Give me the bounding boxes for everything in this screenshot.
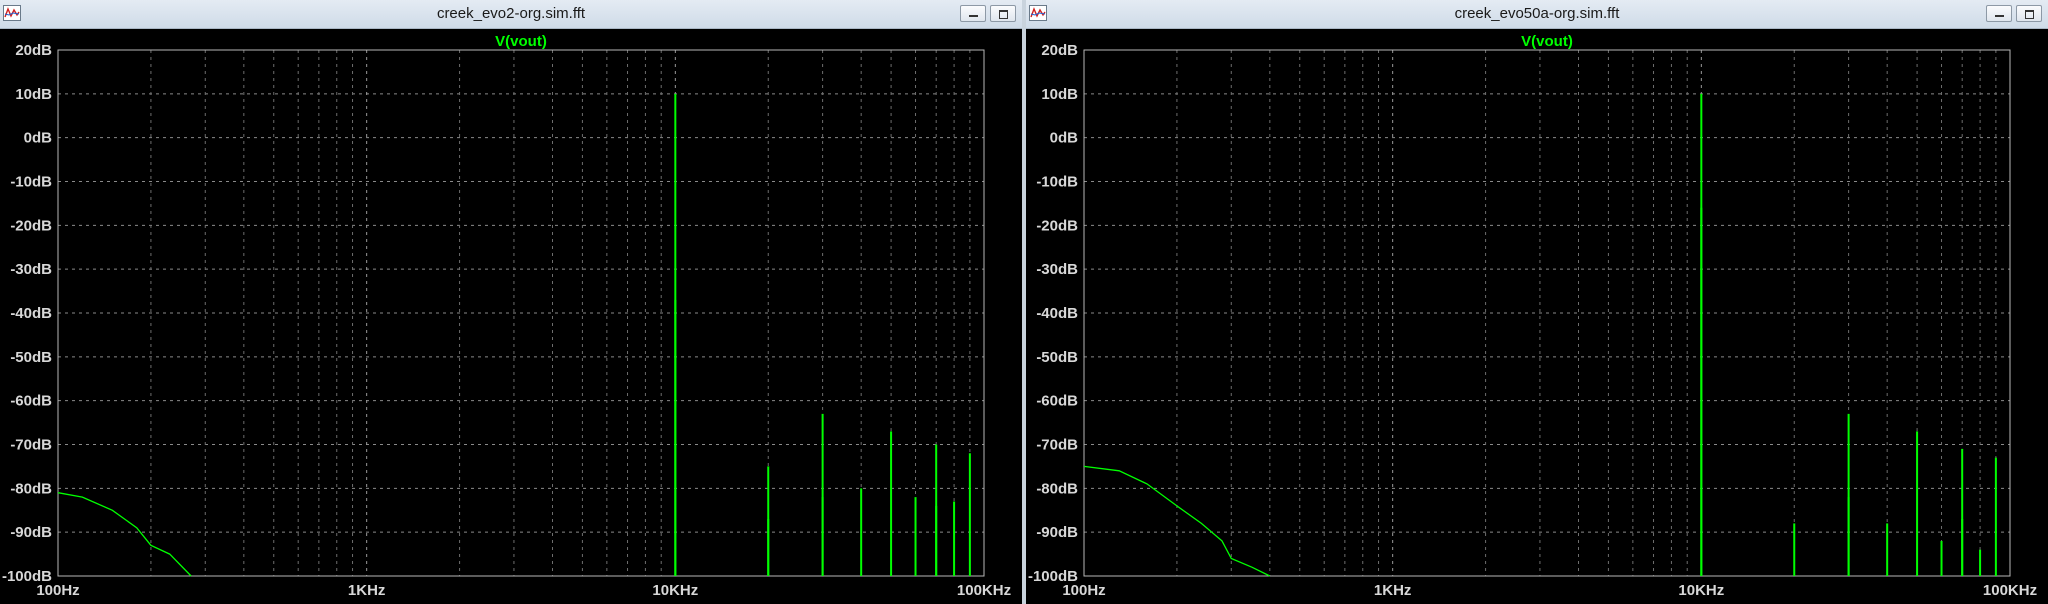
y-tick-label: 20dB <box>15 42 52 59</box>
y-tick-label: -90dB <box>1036 524 1078 541</box>
y-tick-label: -20dB <box>10 217 52 234</box>
trace-label: V(vout) <box>495 33 547 50</box>
y-tick-label: -30dB <box>1036 261 1078 278</box>
minimize-button[interactable] <box>1986 5 2012 22</box>
restore-button[interactable] <box>2016 5 2042 22</box>
y-tick-label: -90dB <box>10 524 52 541</box>
waveform-window-left: creek_evo2-org.sim.fft 20dB 10dB 0dB -10dB -… <box>0 0 1022 604</box>
y-tick-label: -20dB <box>1036 217 1078 234</box>
x-tick-label: 100KHz <box>1983 582 2037 599</box>
x-tick-label: 100Hz <box>1062 582 1105 599</box>
x-tick-label: 10KHz <box>1678 582 1724 599</box>
y-tick-label: -80dB <box>10 480 52 497</box>
y-tick-label: -70dB <box>10 437 52 454</box>
y-tick-label: 20dB <box>1041 42 1078 59</box>
y-tick-label: -40dB <box>1036 305 1078 322</box>
y-tick-label: 0dB <box>24 130 53 147</box>
x-tick-label: 1KHz <box>1374 582 1412 599</box>
trace-label: V(vout) <box>1521 33 1573 50</box>
y-tick-label: 0dB <box>1050 130 1079 147</box>
x-tick-label: 10KHz <box>652 582 698 599</box>
y-tick-label: -50dB <box>10 349 52 366</box>
noise-floor-trace <box>57 492 192 577</box>
y-tick-label: -40dB <box>10 305 52 322</box>
y-tick-label: -80dB <box>1036 480 1078 497</box>
title-bar[interactable]: creek_evo50a-org.sim.fft <box>1026 0 2048 29</box>
y-tick-label: -50dB <box>1036 349 1078 366</box>
y-tick-label: 10dB <box>1041 86 1078 103</box>
y-tick-label: -10dB <box>1036 174 1078 191</box>
waveform-window-right: creek_evo50a-org.sim.fft 20dB 10dB 0dB -10d… <box>1026 0 2048 604</box>
y-tick-label: -60dB <box>10 393 52 410</box>
window-title: creek_evo2-org.sim.fft <box>436 5 586 22</box>
y-tick-label: -10dB <box>10 174 52 191</box>
minimize-button[interactable] <box>960 5 986 22</box>
y-tick-label: -70dB <box>1036 437 1078 454</box>
y-tick-label: 10dB <box>15 86 52 103</box>
x-tick-label: 1KHz <box>348 582 386 599</box>
x-tick-label: 100Hz <box>36 582 79 599</box>
title-bar[interactable]: creek_evo2-org.sim.fft <box>0 0 1022 29</box>
y-tick-label: -30dB <box>10 261 52 278</box>
fft-plot-right[interactable]: 20dB 10dB 0dB -10dB -20dB -30dB -40dB -50dB -60d… <box>1026 28 2048 604</box>
x-tick-label: 100KHz <box>957 582 1011 599</box>
window-title: creek_evo50a-org.sim.fft <box>1454 5 1620 22</box>
fft-plot-left[interactable]: 20dB 10dB 0dB -10dB -20dB -30dB -40dB -50dB -60d… <box>0 28 1022 604</box>
y-tick-label: -60dB <box>1036 393 1078 410</box>
restore-button[interactable] <box>990 5 1016 22</box>
